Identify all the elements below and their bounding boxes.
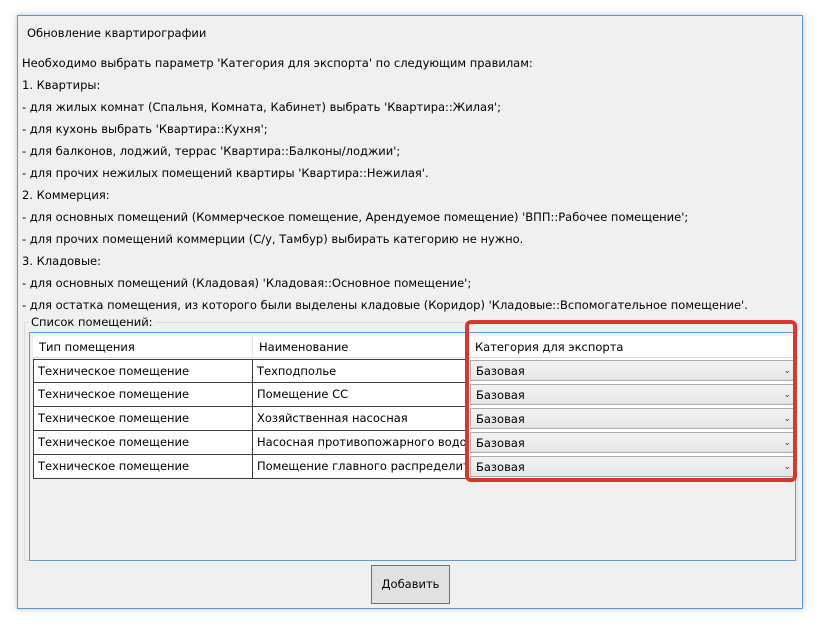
add-button[interactable]: Добавить <box>371 565 450 604</box>
instruction-line: 3. Кладовые: <box>22 254 101 268</box>
instruction-line: - для основных помещений (Коммерческое п… <box>22 210 689 224</box>
instruction-line: 1. Квартиры: <box>22 78 101 92</box>
chevron-down-icon: ⌄ <box>783 414 791 424</box>
rooms-group-label: Список помещений: <box>29 315 155 329</box>
rooms-table[interactable]: Тип помещения Наименование Категория для… <box>29 332 799 561</box>
instruction-line: - для прочих помещений коммерции (С/у, Т… <box>22 232 524 246</box>
category-select-value: Базовая <box>476 436 525 450</box>
table-row[interactable]: Техническое помещение Помещение СС Базов… <box>33 383 799 407</box>
cell-room-name[interactable]: Помещение СС <box>252 383 469 407</box>
cell-room-type[interactable]: Техническое помещение <box>33 407 253 431</box>
category-select[interactable]: Базовая ⌄ <box>470 384 797 405</box>
category-select[interactable]: Базовая ⌄ <box>470 456 797 477</box>
cell-room-name[interactable]: Техподполье <box>252 359 469 383</box>
table-row[interactable]: Техническое помещение Помещение главного… <box>33 455 799 479</box>
rooms-groupbox: Список помещений: Тип помещения Наименов… <box>24 315 799 561</box>
cell-room-type[interactable]: Техническое помещение <box>33 455 253 479</box>
chevron-down-icon: ⌄ <box>783 438 791 448</box>
instruction-line: Необходимо выбрать параметр 'Категория д… <box>22 56 533 70</box>
instruction-line: - для кухонь выбрать 'Квартира::Кухня'; <box>22 122 268 136</box>
category-select[interactable]: Базовая ⌄ <box>470 360 797 381</box>
column-header-name[interactable]: Наименование <box>253 336 469 358</box>
table-row[interactable]: Техническое помещение Хозяйственная насо… <box>33 407 799 431</box>
update-apartment-dialog: Обновление квартирографии Необходимо выб… <box>17 15 803 609</box>
category-select-value: Базовая <box>476 460 525 474</box>
category-select-value: Базовая <box>476 364 525 378</box>
instruction-line: - для остатка помещения, из которого был… <box>22 298 748 312</box>
category-select[interactable]: Базовая ⌄ <box>470 432 797 453</box>
chevron-down-icon: ⌄ <box>783 390 791 400</box>
chevron-down-icon: ⌄ <box>783 366 791 376</box>
cell-room-name[interactable]: Хозяйственная насосная <box>252 407 469 431</box>
cell-room-type[interactable]: Техническое помещение <box>33 431 253 455</box>
instruction-line: - для балконов, лоджий, террас 'Квартира… <box>22 144 401 158</box>
column-header-type[interactable]: Тип помещения <box>33 336 253 358</box>
instruction-line: - для жилых комнат (Спальня, Комната, Ка… <box>22 100 502 114</box>
category-select[interactable]: Базовая ⌄ <box>470 408 797 429</box>
column-header-category[interactable]: Категория для экспорта <box>469 336 799 358</box>
dialog-title: Обновление квартирографии <box>27 26 207 40</box>
cell-room-name[interactable]: Насосная противопожарного водоснабжения <box>252 431 469 455</box>
instruction-line: - для основных помещений (Кладовая) 'Кла… <box>22 276 472 290</box>
category-select-value: Базовая <box>476 412 525 426</box>
cell-room-type[interactable]: Техническое помещение <box>33 383 253 407</box>
table-row[interactable]: Техническое помещение Насосная противопо… <box>33 431 799 455</box>
cell-room-type[interactable]: Техническое помещение <box>33 359 253 383</box>
chevron-down-icon: ⌄ <box>783 462 791 472</box>
instruction-line: 2. Коммерция: <box>22 188 110 202</box>
table-row[interactable]: Техническое помещение Техподполье Базова… <box>33 359 799 383</box>
instruction-line: - для прочих нежилых помещений квартиры … <box>22 166 429 180</box>
instructions-block: Необходимо выбрать параметр 'Категория д… <box>22 52 798 316</box>
category-select-value: Базовая <box>476 388 525 402</box>
rooms-table-body: Тип помещения Наименование Категория для… <box>33 336 799 479</box>
cell-room-name[interactable]: Помещение главного распределительного щи… <box>252 455 469 479</box>
